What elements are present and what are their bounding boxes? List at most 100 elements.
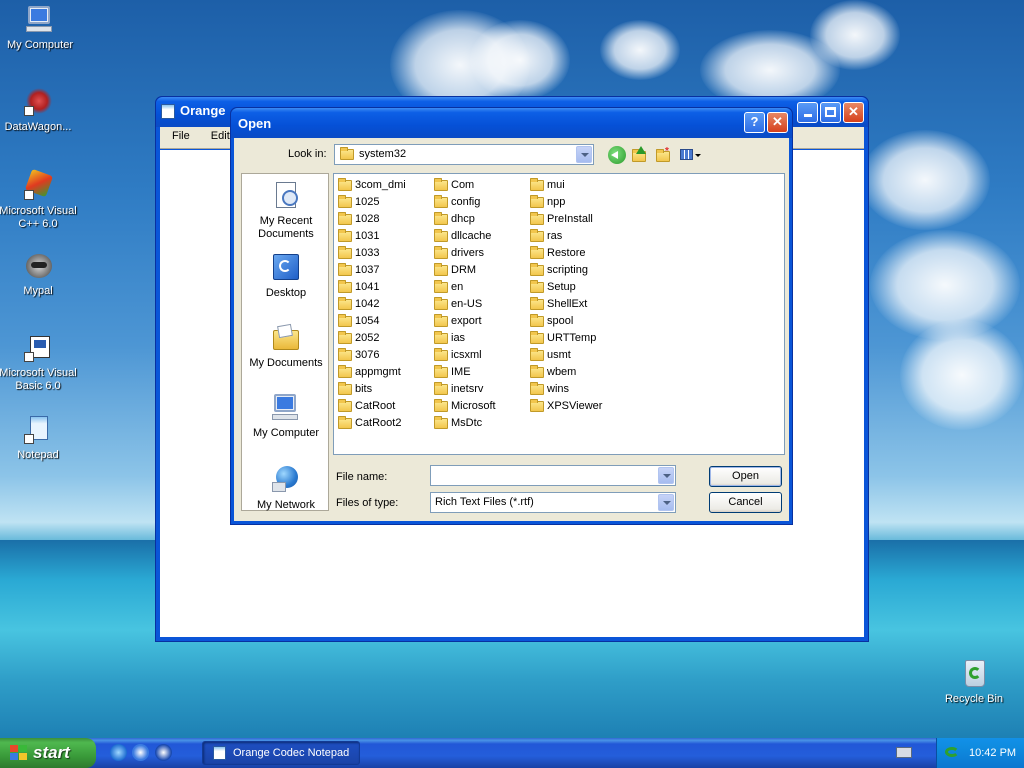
folder-item[interactable]: icsxml <box>432 347 496 364</box>
folder-icon <box>338 297 352 310</box>
folder-item[interactable]: IME <box>432 364 496 381</box>
folder-item[interactable]: 1025 <box>336 194 406 211</box>
folder-item[interactable]: 1042 <box>336 296 406 313</box>
file-column: Com config dhcp dllcache drivers DRM en en-US ex… <box>432 177 496 432</box>
taskbar-item-notepad[interactable]: Orange Codec Notepad <box>202 741 360 765</box>
folder-item[interactable]: 1054 <box>336 313 406 330</box>
folder-item[interactable]: config <box>432 194 496 211</box>
up-folder-icon[interactable] <box>631 146 649 164</box>
folder-item[interactable]: mui <box>528 177 602 194</box>
folder-item[interactable]: wins <box>528 381 602 398</box>
chevron-down-icon[interactable] <box>576 146 592 163</box>
clock[interactable]: 10:42 PM <box>969 747 1016 759</box>
back-icon[interactable] <box>608 146 626 164</box>
folder-item[interactable]: Restore <box>528 245 602 262</box>
views-menu-icon[interactable] <box>679 146 701 164</box>
file-name-combo[interactable] <box>430 465 676 486</box>
windows-logo-icon <box>10 745 28 761</box>
look-in-value: system32 <box>359 148 407 160</box>
folder-name: config <box>451 196 481 208</box>
look-in-combo[interactable]: system32 <box>334 144 594 165</box>
media-player-icon[interactable] <box>155 744 172 761</box>
desktop-icon-notepad[interactable]: Notepad <box>0 414 78 462</box>
folder-item[interactable]: spool <box>528 313 602 330</box>
folder-item[interactable]: Com <box>432 177 496 194</box>
desktop-icon-datawagon[interactable]: DataWagon... <box>0 86 78 134</box>
folder-item[interactable]: 1033 <box>336 245 406 262</box>
folder-icon <box>434 178 448 191</box>
folder-item[interactable]: appmgmt <box>336 364 406 381</box>
minimize-button[interactable] <box>797 102 818 123</box>
chevron-down-icon[interactable] <box>658 467 674 484</box>
folder-item[interactable]: CatRoot2 <box>336 415 406 432</box>
internet-explorer-icon[interactable] <box>110 744 127 761</box>
start-button[interactable]: start <box>0 738 96 768</box>
keyboard-icon[interactable] <box>896 747 912 758</box>
folder-item[interactable]: Setup <box>528 279 602 296</box>
folder-item[interactable]: MsDtc <box>432 415 496 432</box>
menu-edit[interactable]: Edit <box>211 130 230 142</box>
folder-item[interactable]: DRM <box>432 262 496 279</box>
folder-item[interactable]: ias <box>432 330 496 347</box>
outlook-express-icon[interactable] <box>132 744 149 761</box>
cancel-button[interactable]: Cancel <box>709 492 782 513</box>
folder-item[interactable]: usmt <box>528 347 602 364</box>
folder-icon <box>338 399 352 412</box>
desktop-icon-mypal[interactable]: Mypal <box>0 250 78 298</box>
open-button[interactable]: Open <box>709 466 782 487</box>
folder-item[interactable]: PreInstall <box>528 211 602 228</box>
folder-item[interactable]: drivers <box>432 245 496 262</box>
new-folder-icon[interactable]: * <box>655 146 673 164</box>
file-list[interactable]: 3com_dmi 1025 1028 1031 1033 1037 1041 1042 1054… <box>333 173 785 455</box>
folder-icon <box>434 399 448 412</box>
folder-item[interactable]: CatRoot <box>336 398 406 415</box>
folder-item[interactable]: scripting <box>528 262 602 279</box>
folder-item[interactable]: 1041 <box>336 279 406 296</box>
desktop-icon-recycle-bin[interactable]: Recycle Bin <box>934 658 1014 706</box>
dialog-close-button[interactable]: ✕ <box>767 112 788 133</box>
help-button[interactable]: ? <box>744 112 765 133</box>
desktop-icon-visual-basic[interactable]: Microsoft Visual Basic 6.0 <box>0 332 78 393</box>
folder-item[interactable]: bits <box>336 381 406 398</box>
folder-item[interactable]: en <box>432 279 496 296</box>
folder-item[interactable]: Microsoft <box>432 398 496 415</box>
network-icon[interactable] <box>945 745 959 759</box>
folder-item[interactable]: 3com_dmi <box>336 177 406 194</box>
folder-item[interactable]: ShellExt <box>528 296 602 313</box>
folder-item[interactable]: 1028 <box>336 211 406 228</box>
open-dialog[interactable]: Open ? ✕ Look in: system32 * My Recent D… <box>230 107 793 525</box>
folder-icon <box>338 331 352 344</box>
folder-item[interactable]: dhcp <box>432 211 496 228</box>
place-my-recent-documents[interactable]: My Recent Documents <box>242 180 330 241</box>
folder-item[interactable]: wbem <box>528 364 602 381</box>
desktop-icon-visual-cpp[interactable]: Microsoft Visual C++ 6.0 <box>0 168 78 231</box>
folder-item[interactable]: en-US <box>432 296 496 313</box>
folder-item[interactable]: inetsrv <box>432 381 496 398</box>
folder-item[interactable]: ras <box>528 228 602 245</box>
notepad-title: Orange <box>180 103 226 118</box>
dialog-title-bar[interactable]: Open <box>231 108 792 138</box>
place-label: My Network <box>256 499 316 511</box>
cloud <box>810 0 900 70</box>
folder-item[interactable]: 1031 <box>336 228 406 245</box>
menu-file[interactable]: File <box>172 130 190 142</box>
close-button[interactable]: ✕ <box>843 102 864 123</box>
folder-name: bits <box>355 383 373 395</box>
folder-item[interactable]: 1037 <box>336 262 406 279</box>
folder-item[interactable]: dllcache <box>432 228 496 245</box>
chevron-down-icon[interactable] <box>658 494 674 511</box>
place-my-network[interactable]: My Network <box>242 464 330 512</box>
folder-icon <box>530 382 544 395</box>
folder-item[interactable]: URTTemp <box>528 330 602 347</box>
file-type-combo[interactable]: Rich Text Files (*.rtf) <box>430 492 676 513</box>
place-my-documents[interactable]: My Documents <box>242 322 330 370</box>
place-desktop[interactable]: Desktop <box>242 252 330 300</box>
folder-item[interactable]: 2052 <box>336 330 406 347</box>
folder-item[interactable]: 3076 <box>336 347 406 364</box>
folder-item[interactable]: npp <box>528 194 602 211</box>
maximize-button[interactable] <box>820 102 841 123</box>
folder-item[interactable]: export <box>432 313 496 330</box>
place-my-computer[interactable]: My Computer <box>242 392 330 440</box>
desktop-icon-my-computer[interactable]: My Computer <box>0 4 80 52</box>
folder-item[interactable]: XPSViewer <box>528 398 602 415</box>
